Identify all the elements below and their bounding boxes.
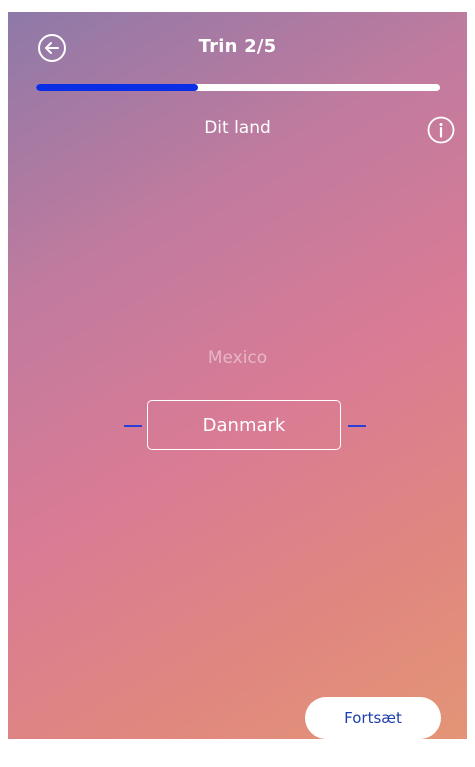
progress-fill [36,84,198,91]
question-label: Dit land [204,118,271,138]
info-button[interactable] [427,116,455,144]
step-title: Trin 2/5 [198,36,277,57]
continue-button-label: Fortsæt [344,709,402,727]
picker-indicator-left [124,425,142,427]
picker-selected-option[interactable]: Danmark [147,400,341,450]
selected-country-label: Danmark [202,414,286,436]
picker-indicator-right [348,425,366,427]
progress-bar [36,84,440,91]
continue-button[interactable]: Fortsæt [305,697,441,739]
picker-option-previous[interactable]: Mexico [8,348,467,368]
onboarding-screen: Trin 2/5 Dit land Mexico Danmark Fortsæt [8,12,467,739]
info-circle-icon [427,116,455,144]
